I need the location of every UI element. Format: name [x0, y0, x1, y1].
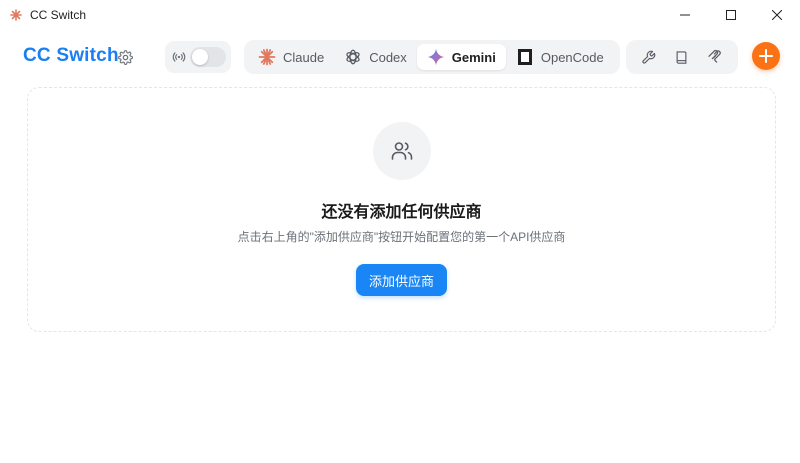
brand-title: CC Switch: [23, 45, 119, 66]
minimize-button[interactable]: [662, 0, 708, 30]
tab-gemini[interactable]: Gemini: [416, 44, 506, 70]
tab-codex[interactable]: Codex: [334, 44, 417, 70]
close-icon: [772, 10, 782, 20]
gear-icon: [117, 49, 133, 65]
add-provider-fab[interactable]: [752, 42, 780, 70]
proxy-toggle[interactable]: [190, 47, 226, 67]
users-icon: [391, 142, 413, 160]
empty-state-icon-container: [373, 122, 431, 180]
wrench-icon: [642, 50, 656, 64]
title-bar: CC Switch: [0, 0, 800, 30]
add-provider-button[interactable]: 添加供应商: [356, 264, 447, 296]
app-logo-icon: [10, 9, 22, 21]
broadcast-icon: [171, 49, 187, 65]
docs-button[interactable]: [670, 45, 694, 69]
gemini-icon: [427, 48, 445, 66]
tab-label: Codex: [369, 49, 407, 65]
toggle-knob: [192, 49, 208, 65]
window-title: CC Switch: [30, 8, 87, 22]
tab-label: Gemini: [451, 49, 496, 65]
app-tabs: Claude Codex Gemini OpenCode: [244, 40, 620, 74]
tools-button[interactable]: [637, 45, 661, 69]
tab-label: Claude: [283, 49, 325, 65]
toolbar: [626, 40, 738, 74]
app-window: CC Switch CC Switch Claude Codex Gemini …: [0, 0, 800, 463]
plus-icon: [759, 49, 773, 63]
mcp-icon: [708, 50, 722, 63]
codex-icon: [344, 48, 362, 66]
claude-icon: [258, 48, 276, 66]
tab-label: OpenCode: [540, 49, 604, 65]
settings-button[interactable]: [117, 49, 133, 65]
empty-state-title: 还没有添加任何供应商: [321, 204, 482, 221]
close-button[interactable]: [754, 0, 800, 30]
tab-claude[interactable]: Claude: [248, 44, 334, 70]
window-controls: [662, 0, 800, 30]
proxy-control: [165, 41, 231, 73]
app-header: CC Switch Claude Codex Gemini OpenCode: [0, 38, 800, 78]
empty-state-description: 点击右上角的"添加供应商"按钮开始配置您的第一个API供应商: [237, 230, 566, 244]
maximize-button[interactable]: [708, 0, 754, 30]
mcp-button[interactable]: [703, 45, 727, 69]
empty-state-card: 还没有添加任何供应商 点击右上角的"添加供应商"按钮开始配置您的第一个API供应…: [27, 87, 776, 332]
opencode-icon: [516, 48, 534, 66]
maximize-icon: [726, 10, 736, 20]
tab-opencode[interactable]: OpenCode: [506, 44, 614, 70]
minimize-icon: [680, 14, 690, 16]
book-icon: [677, 50, 687, 64]
